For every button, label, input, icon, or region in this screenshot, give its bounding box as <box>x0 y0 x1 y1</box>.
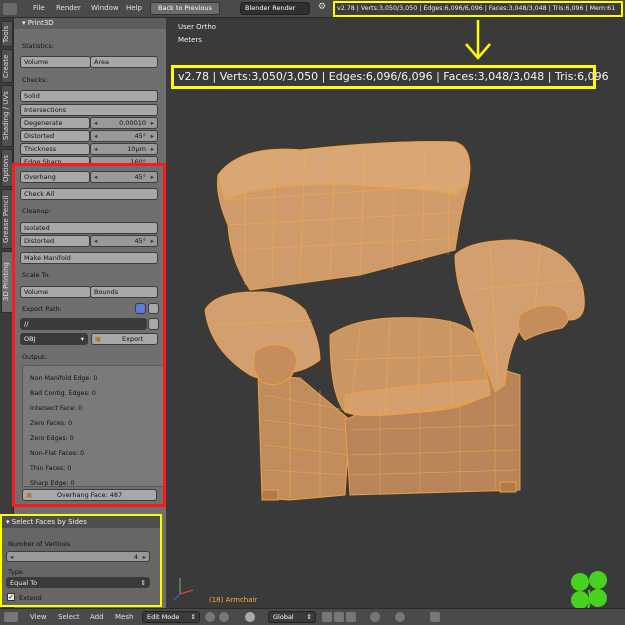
viewport-header: View Select Add Mesh Edit Mode ⇕ Global ⇕ <box>0 608 625 625</box>
viewport-shading-icon[interactable] <box>205 612 215 622</box>
orientation-select[interactable]: Global ⇕ <box>268 611 316 623</box>
scene-stats-overlay: v2.78 | Verts:3,050/3,050 | Edges:6,096/… <box>171 65 609 89</box>
pivot-point-icon[interactable] <box>219 612 229 622</box>
active-object-label: (18) Armchair <box>209 596 258 604</box>
face-select-icon[interactable] <box>346 612 356 622</box>
menu-view[interactable]: View <box>30 613 47 621</box>
mode-select[interactable]: Edit Mode ⇕ <box>142 611 200 623</box>
armchair-mesh[interactable] <box>204 141 585 501</box>
menu-mesh[interactable]: Mesh <box>115 613 133 621</box>
menu-add[interactable]: Add <box>90 613 104 621</box>
vertex-select-icon[interactable] <box>322 612 332 622</box>
menu-select[interactable]: Select <box>58 613 80 621</box>
snap-icon[interactable] <box>395 612 405 622</box>
editor-type-icon[interactable] <box>4 612 18 622</box>
viewport-graphics <box>173 20 607 613</box>
clover-logo-icon <box>571 571 607 613</box>
axes-gizmo-icon <box>173 578 194 601</box>
edge-select-icon[interactable] <box>334 612 344 622</box>
render-icon[interactable] <box>430 612 440 622</box>
manipulator-icon[interactable] <box>245 612 255 622</box>
proportional-edit-icon[interactable] <box>370 612 380 622</box>
yellow-down-arrow <box>465 20 491 60</box>
